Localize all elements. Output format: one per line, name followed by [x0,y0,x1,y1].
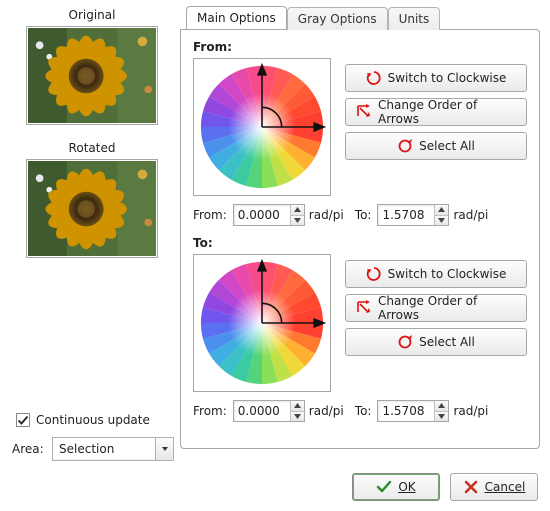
spinner-up-icon[interactable] [291,401,304,411]
area-label: Area: [12,442,52,456]
from-change-order-button[interactable]: Change Order of Arrows [345,98,527,126]
rotate-cw-icon [366,266,382,282]
to-section-title: To: [193,236,527,250]
from-from-spinner[interactable]: 0.0000 [233,204,305,226]
chevron-down-icon [155,438,173,460]
spinner-value: 1.5708 [378,401,434,421]
select-all-icon [397,138,413,154]
from-to-label: To: [355,208,372,222]
tab-gray-options-label: Gray Options [298,12,377,26]
from-section-title: From: [193,40,527,54]
area-combobox-value: Selection [53,438,155,460]
spinner-value: 0.0000 [234,205,290,225]
swap-arrows-icon [356,104,372,120]
button-label: Switch to Clockwise [388,267,507,281]
select-all-icon [397,334,413,350]
ok-button[interactable]: OK [352,473,440,501]
button-label: Select All [419,139,475,153]
button-label: Select All [419,335,475,349]
to-from-unit: rad/pi [309,404,351,418]
spinner-up-icon[interactable] [435,205,448,215]
rotated-thumb-label: Rotated [10,141,174,155]
tab-units-label: Units [399,12,430,26]
from-to-unit: rad/pi [453,208,495,222]
from-from-unit: rad/pi [309,208,351,222]
swap-arrows-icon [356,300,372,316]
checkbox-mark-icon [16,413,30,427]
tab-units[interactable]: Units [388,7,441,30]
button-label: Change Order of Arrows [378,98,516,126]
tab-main-options-label: Main Options [197,11,276,25]
to-to-label: To: [355,404,372,418]
tab-pane-main-options: From: [180,29,540,449]
to-from-label: From: [193,404,227,418]
from-color-wheel[interactable] [193,58,331,196]
from-switch-clockwise-button[interactable]: Switch to Clockwise [345,64,527,92]
spinner-down-icon[interactable] [435,411,448,422]
spinner-down-icon[interactable] [291,215,304,226]
spinner-value: 0.0000 [234,401,290,421]
from-from-label: From: [193,208,227,222]
tab-main-options[interactable]: Main Options [186,6,287,29]
button-label: Change Order of Arrows [378,294,516,322]
button-label: Switch to Clockwise [388,71,507,85]
original-thumb-label: Original [10,8,174,22]
from-to-spinner[interactable]: 1.5708 [377,204,449,226]
continuous-update-label: Continuous update [36,413,150,427]
rotate-cw-icon [366,70,382,86]
to-color-wheel[interactable] [193,254,331,392]
close-icon [463,479,479,495]
from-select-all-button[interactable]: Select All [345,132,527,160]
check-icon [376,479,392,495]
tab-gray-options[interactable]: Gray Options [287,7,388,30]
spinner-down-icon[interactable] [435,215,448,226]
ok-button-label: OK [398,480,415,494]
spinner-up-icon[interactable] [435,401,448,411]
spinner-value: 1.5708 [378,205,434,225]
original-thumb [26,26,158,125]
to-from-spinner[interactable]: 0.0000 [233,400,305,422]
to-to-spinner[interactable]: 1.5708 [377,400,449,422]
to-switch-clockwise-button[interactable]: Switch to Clockwise [345,260,527,288]
rotated-thumb [26,159,158,258]
cancel-button-label: Cancel [485,480,526,494]
to-select-all-button[interactable]: Select All [345,328,527,356]
to-to-unit: rad/pi [453,404,495,418]
spinner-up-icon[interactable] [291,205,304,215]
continuous-update-checkbox[interactable]: Continuous update [10,413,174,427]
spinner-down-icon[interactable] [291,411,304,422]
area-combobox[interactable]: Selection [52,437,174,461]
cancel-button[interactable]: Cancel [450,473,538,501]
to-change-order-button[interactable]: Change Order of Arrows [345,294,527,322]
